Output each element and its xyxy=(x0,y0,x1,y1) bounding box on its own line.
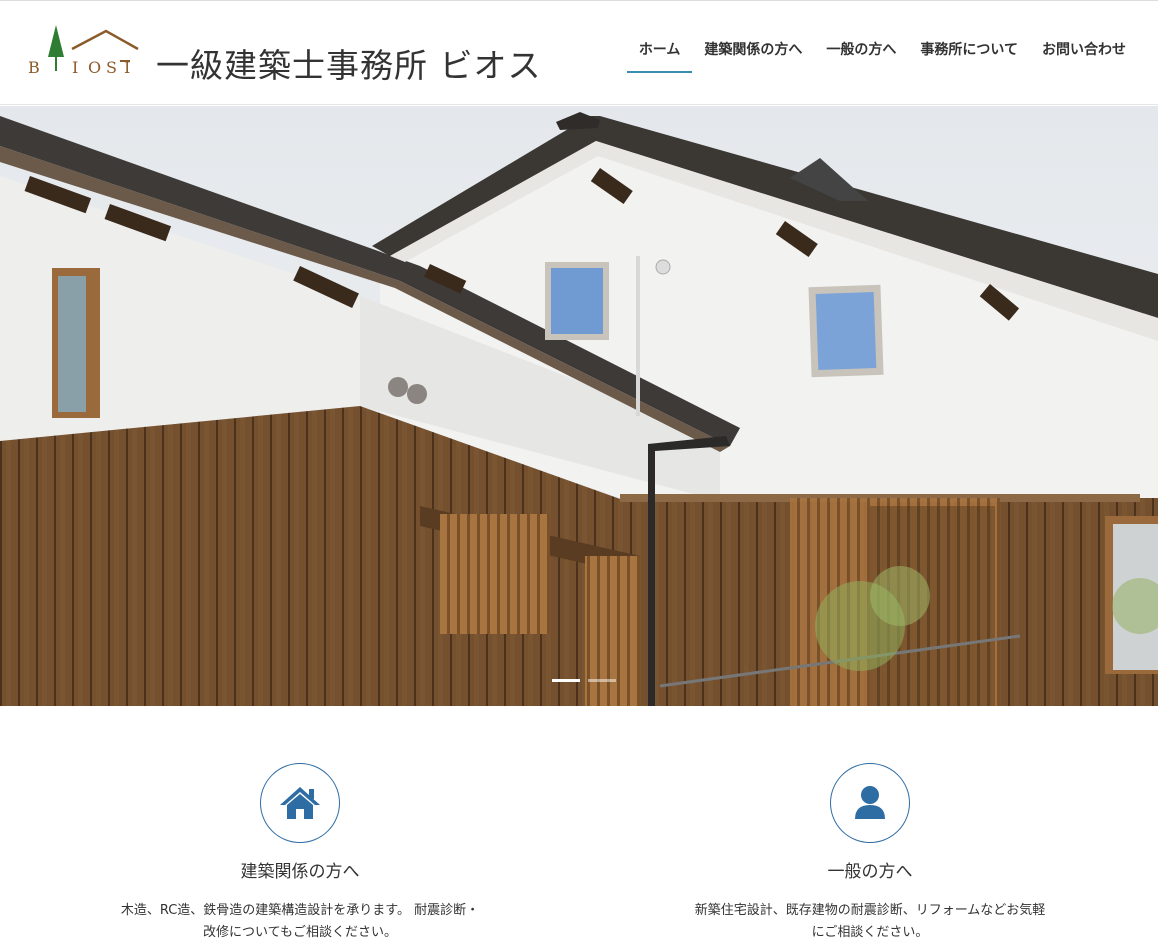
feature-section: 建築関係の方へ 木造、RC造、鉄骨造の建築構造設計を承ります。 耐震診断・改修に… xyxy=(0,706,1158,938)
home-icon xyxy=(280,787,320,819)
feature-for-general: 一般の方へ 新築住宅設計、既存建物の耐震診断、リフォームなどお気軽にご相談くださ… xyxy=(680,706,1060,938)
feature-icon-circle[interactable] xyxy=(260,763,340,843)
slide-indicator-2[interactable] xyxy=(588,679,616,682)
feature-icon-circle[interactable] xyxy=(830,763,910,843)
svg-text:B: B xyxy=(28,58,53,77)
nav-item-contact[interactable]: お問い合わせ xyxy=(1030,31,1138,73)
nav-item-for-professionals[interactable]: 建築関係の方へ xyxy=(692,31,814,73)
slide-indicator-1[interactable] xyxy=(552,679,580,682)
house-exterior-photo xyxy=(0,106,1158,706)
site-header: B I O S I 一級建築士事務所 ビオス ホーム 建築関係の方へ 一般の方へ… xyxy=(0,0,1158,105)
site-title[interactable]: 一級建築士事務所 ビオス xyxy=(156,39,542,87)
main-nav: ホーム 建築関係の方へ 一般の方へ 事務所について お問い合わせ xyxy=(626,31,1138,73)
nav-item-home[interactable]: ホーム xyxy=(626,31,693,73)
svg-text:O: O xyxy=(88,58,101,77)
svg-text:I: I xyxy=(72,58,78,77)
nav-item-about-office[interactable]: 事務所について xyxy=(908,31,1030,73)
feature-description: 新築住宅設計、既存建物の耐震診断、リフォームなどお気軽にご相談ください。 xyxy=(694,903,1046,938)
feature-title[interactable]: 建築関係の方へ xyxy=(110,857,490,882)
feature-title[interactable]: 一般の方へ xyxy=(680,857,1060,882)
feature-for-professionals: 建築関係の方へ 木造、RC造、鉄骨造の建築構造設計を承ります。 耐震診断・改修に… xyxy=(110,706,490,938)
svg-text:S: S xyxy=(106,58,117,77)
feature-description: 木造、RC造、鉄骨造の建築構造設計を承ります。 耐震診断・改修についてもご相談く… xyxy=(120,903,480,938)
biosi-logo[interactable]: B I O S I xyxy=(26,21,142,79)
user-icon xyxy=(855,786,885,819)
nav-item-for-general[interactable]: 一般の方へ xyxy=(814,31,908,73)
slider-indicators xyxy=(552,679,616,682)
hero-slider[interactable] xyxy=(0,106,1158,706)
